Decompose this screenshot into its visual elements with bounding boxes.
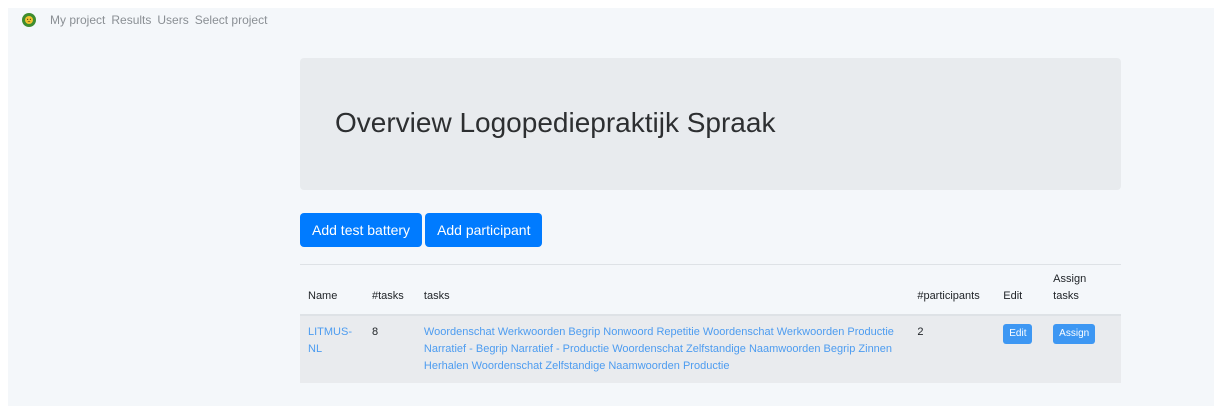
nav-link-my-project[interactable]: My project bbox=[50, 13, 105, 27]
nav-link-results[interactable]: Results bbox=[111, 13, 151, 27]
page-title: Overview Logopediepraktijk Spraak bbox=[335, 107, 776, 138]
cell-ntasks: 8 bbox=[363, 315, 416, 383]
header-assign-tasks: Assign tasks bbox=[1045, 265, 1121, 316]
jumbotron: Overview Logopediepraktijk Spraak bbox=[300, 58, 1121, 190]
table-header: Name #tasks tasks #participants Edit Ass… bbox=[300, 265, 1121, 316]
cell-edit: Edit bbox=[995, 315, 1046, 383]
header-ntasks: #tasks bbox=[363, 265, 416, 316]
add-test-battery-button[interactable]: Add test battery bbox=[300, 213, 423, 247]
battery-name-link[interactable]: LITMUS-NL bbox=[308, 326, 352, 355]
lion-face-icon bbox=[25, 16, 33, 24]
tasks-link[interactable]: Woordenschat Werkwoorden Begrip Nonwoord… bbox=[424, 326, 894, 372]
header-edit: Edit bbox=[995, 265, 1046, 316]
cell-name: LITMUS-NL bbox=[300, 315, 364, 383]
lion-logo-icon[interactable] bbox=[22, 13, 36, 27]
nav-link-select-project[interactable]: Select project bbox=[195, 13, 268, 27]
page: My project Results Users Select project … bbox=[8, 8, 1214, 406]
edit-button[interactable]: Edit bbox=[1003, 324, 1033, 344]
battery-table: Name #tasks tasks #participants Edit Ass… bbox=[300, 264, 1121, 383]
nav-link-users[interactable]: Users bbox=[157, 13, 188, 27]
cell-nparticipants: 2 bbox=[909, 315, 996, 383]
cell-assign: Assign bbox=[1045, 315, 1121, 383]
action-buttons: Add test battery Add participant bbox=[300, 213, 543, 247]
table-row: LITMUS-NL 8 Woordenschat Werkwoorden Beg… bbox=[300, 315, 1121, 383]
nav-links: My project Results Users Select project bbox=[50, 13, 273, 27]
cell-tasks: Woordenschat Werkwoorden Begrip Nonwoord… bbox=[415, 315, 910, 383]
header-name: Name bbox=[300, 265, 364, 316]
header-tasks: tasks bbox=[415, 265, 910, 316]
add-participant-button[interactable]: Add participant bbox=[425, 213, 543, 247]
header-nparticipants: #participants bbox=[909, 265, 996, 316]
assign-button[interactable]: Assign bbox=[1053, 324, 1096, 344]
